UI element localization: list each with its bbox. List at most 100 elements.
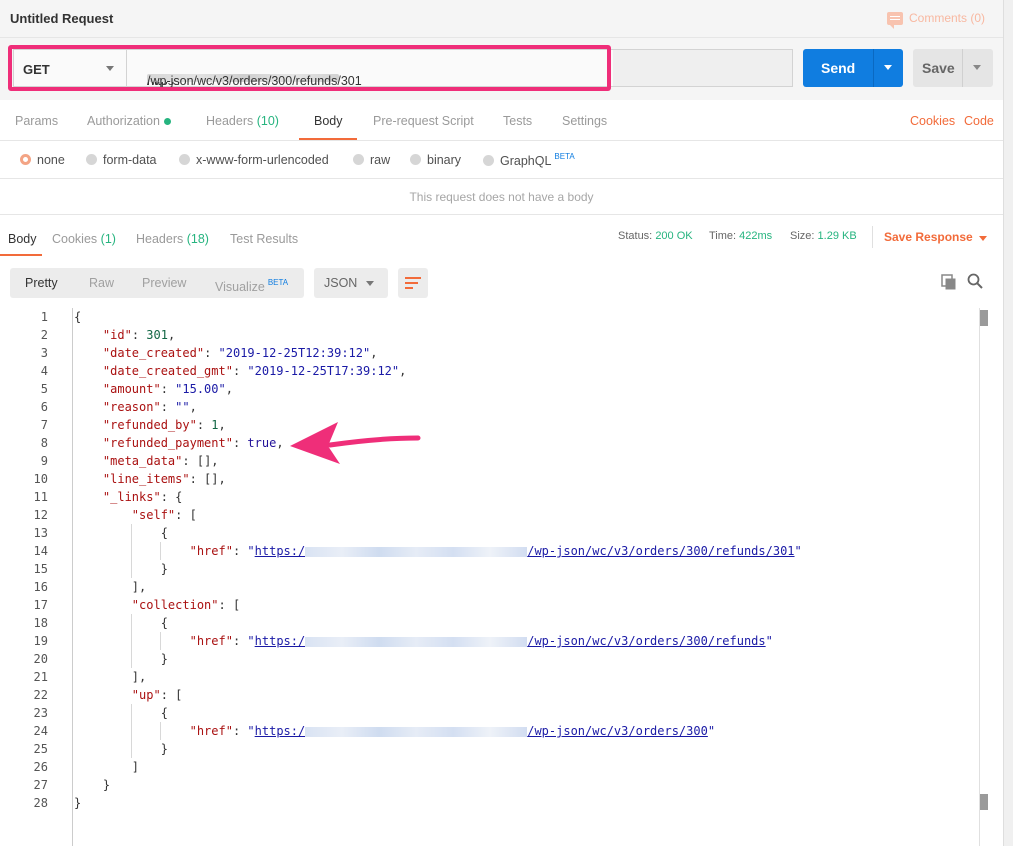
- self-href-link[interactable]: https:/ /wp-json/wc/v3/orders/300/refunds…: [255, 544, 795, 558]
- line-number: 25: [33, 742, 48, 756]
- tab-authorization[interactable]: Authorization: [87, 114, 171, 128]
- send-button[interactable]: Send: [803, 49, 903, 87]
- code-line: "date_created": "2019-12-25T12:39:12",: [102, 346, 378, 360]
- line-number: 15: [33, 562, 48, 576]
- line-number: 26: [33, 760, 48, 774]
- view-mode-tabs: Pretty Raw Preview Visualize BETA: [10, 268, 304, 298]
- tab-preview[interactable]: Preview: [142, 268, 186, 298]
- line-number: 23: [33, 706, 48, 720]
- tab-response-body[interactable]: Body: [8, 232, 37, 246]
- save-options-chevron-icon[interactable]: [973, 65, 981, 70]
- comments-button[interactable]: Comments (0): [886, 11, 985, 29]
- collection-href-link[interactable]: https:/ /wp-json/wc/v3/orders/300/refunds: [255, 634, 766, 648]
- chevron-down-icon: [366, 281, 374, 286]
- radio-form-data[interactable]: form-data: [86, 153, 157, 167]
- comments-label: Comments (0): [908, 11, 985, 25]
- code-line: "_links": {: [102, 490, 183, 504]
- tab-pre-request-script[interactable]: Pre-request Script: [373, 114, 474, 128]
- line-number: 19: [33, 634, 48, 648]
- line-number: 24: [33, 724, 48, 738]
- save-button[interactable]: Save: [913, 49, 993, 87]
- radio-binary[interactable]: binary: [410, 153, 461, 167]
- tab-tests[interactable]: Tests: [503, 114, 532, 128]
- tab-visualize-label: Visualize: [215, 280, 265, 294]
- tab-response-cookies[interactable]: Cookies (1): [52, 232, 116, 246]
- size-label: Size:: [790, 230, 815, 242]
- send-options-chevron-icon[interactable]: [884, 65, 892, 70]
- tab-params[interactable]: Params: [15, 114, 58, 128]
- code-line: "refunded_payment": true,: [102, 436, 284, 450]
- line-number: 9: [40, 454, 48, 468]
- window-scrollbar[interactable]: [1003, 0, 1013, 846]
- save-label: Save: [922, 60, 955, 76]
- response-body-editor[interactable]: 1 2 3 4 5 6 7 8 9 10 11 12 13 14 15 16 1…: [0, 308, 1003, 846]
- radio-graphql-label: GraphQL: [500, 154, 552, 168]
- radio-x-www-form-urlencoded[interactable]: x-www-form-urlencoded: [179, 153, 329, 167]
- line-number: 3: [40, 346, 48, 360]
- code-line: "self": [: [131, 508, 197, 522]
- editor-scrollbar-bottom[interactable]: [980, 794, 988, 810]
- radio-icon: [410, 154, 421, 165]
- radio-form-data-label: form-data: [103, 153, 157, 167]
- tab-settings[interactable]: Settings: [562, 114, 607, 128]
- up-href-link[interactable]: https:/ /wp-json/wc/v3/orders/300: [255, 724, 708, 738]
- save-divider: [962, 49, 963, 87]
- code-line: "href": "https://wp-json/wc/v3/orders/30…: [189, 634, 773, 648]
- status-dot-icon: [163, 118, 171, 126]
- save-response-button[interactable]: Save Response: [884, 230, 973, 244]
- line-number: 2: [40, 328, 48, 342]
- tab-headers[interactable]: Headers (10): [206, 114, 279, 128]
- code-line: "reason": "",: [102, 400, 197, 414]
- value-reason: "": [175, 400, 190, 414]
- tab-body[interactable]: Body: [314, 114, 343, 128]
- redacted-host: [305, 636, 528, 647]
- annotation-arrow-icon: [290, 422, 421, 464]
- tab-res-headers-label: Headers: [136, 232, 184, 246]
- copy-icon[interactable]: [941, 274, 957, 290]
- wrap-lines-button[interactable]: [398, 268, 428, 298]
- code-line: ]: [74, 760, 140, 774]
- tab-visualize[interactable]: Visualize BETA: [215, 268, 288, 298]
- line-number: 4: [40, 364, 48, 378]
- value-refunded-by: 1: [211, 418, 219, 432]
- response-toolbar: Pretty Raw Preview Visualize BETA JSON: [0, 258, 1003, 306]
- time-value[interactable]: 422ms: [739, 230, 772, 242]
- tab-test-results[interactable]: Test Results: [230, 232, 298, 246]
- save-response-label: Save Response: [884, 230, 973, 244]
- radio-raw[interactable]: raw: [353, 153, 390, 167]
- beta-badge: BETA: [267, 278, 289, 287]
- cookies-link[interactable]: Cookies: [910, 114, 955, 128]
- code-line: {: [74, 706, 168, 720]
- line-number: 20: [33, 652, 48, 666]
- code-line: {: [74, 616, 168, 630]
- comment-icon: [886, 11, 903, 29]
- method-select[interactable]: GET: [13, 49, 127, 87]
- status-value[interactable]: 200 OK: [655, 230, 692, 242]
- radio-none[interactable]: none: [20, 153, 65, 167]
- no-body-message: This request does not have a body: [0, 179, 1003, 215]
- url-input[interactable]: https://wp-json/wc/v3/orders/300/refunds…: [126, 49, 793, 88]
- line-number: 16: [33, 580, 48, 594]
- size-value[interactable]: 1.29 KB: [818, 230, 857, 242]
- radio-icon: [353, 154, 364, 165]
- href-prefix: https:/: [254, 724, 306, 738]
- tab-pretty[interactable]: Pretty: [25, 268, 58, 298]
- radio-icon: [179, 154, 190, 165]
- radio-icon: [483, 155, 494, 166]
- search-icon[interactable]: [967, 273, 983, 289]
- editor-scrollbar-top[interactable]: [980, 310, 988, 326]
- redacted-host: [305, 726, 528, 737]
- save-response-chevron-icon[interactable]: [979, 236, 987, 241]
- format-select[interactable]: JSON: [314, 268, 388, 298]
- radio-graphql[interactable]: GraphQL BETA: [483, 152, 575, 168]
- code-link[interactable]: Code: [964, 114, 994, 128]
- tab-headers-label: Headers: [206, 114, 254, 128]
- tab-response-headers[interactable]: Headers (18): [136, 232, 209, 246]
- radio-raw-label: raw: [370, 153, 391, 167]
- line-number: 7: [40, 418, 48, 432]
- tab-raw[interactable]: Raw: [89, 268, 114, 298]
- line-number: 17: [33, 598, 48, 612]
- line-number: 5: [40, 382, 48, 396]
- code-line: "up": [: [131, 688, 183, 702]
- request-title[interactable]: Untitled Request: [10, 11, 113, 26]
